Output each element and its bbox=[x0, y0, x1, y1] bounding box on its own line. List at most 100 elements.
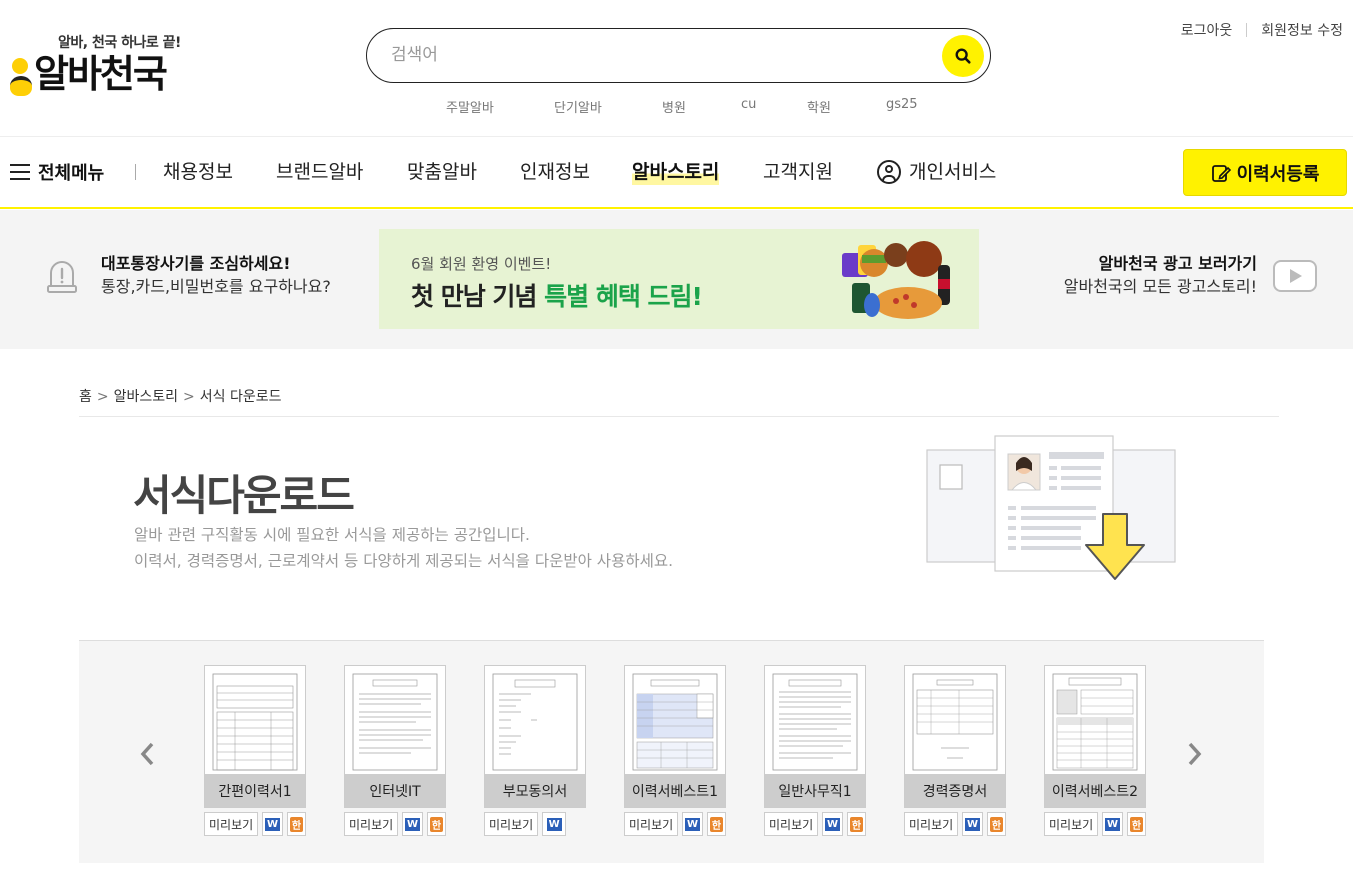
main-nav: 전체메뉴 채용정보 브랜드알바 맞춤알바 인재정보 알바스토리 고객지원 개인서… bbox=[0, 136, 1353, 209]
site-header: 알바, 천국 하나로 끝! 알바천국 주말알바 단기알바 병원 cu 학원 gs… bbox=[0, 0, 1353, 136]
search-button[interactable] bbox=[942, 35, 984, 77]
divider bbox=[1246, 23, 1248, 37]
document-thumbnail bbox=[912, 673, 998, 771]
form-card: 경력증명서 미리보기 W 한 bbox=[904, 665, 1006, 836]
word-download-button[interactable]: W bbox=[402, 812, 423, 836]
ad-story-link[interactable]: 알바천국 광고 보러가기 알바천국의 모든 광고스토리! bbox=[1064, 252, 1257, 298]
word-download-button[interactable]: W bbox=[1102, 812, 1123, 836]
keyword-link[interactable]: 병원 bbox=[662, 97, 686, 116]
page-description: 알바 관련 구직활동 시에 필요한 서식을 제공하는 공간입니다. 이력서, 경… bbox=[134, 522, 673, 574]
divider bbox=[135, 164, 136, 180]
logo-tagline: 알바, 천국 하나로 끝! bbox=[58, 35, 181, 51]
preview-button[interactable]: 미리보기 bbox=[344, 812, 399, 836]
page-title: 서식다운로드 bbox=[133, 471, 355, 520]
word-icon: W bbox=[1105, 817, 1121, 831]
hamburger-icon bbox=[10, 164, 30, 180]
event-title-part1: 첫 만남 기념 bbox=[411, 282, 545, 311]
form-actions: 미리보기 W 한 bbox=[1044, 812, 1146, 836]
hwp-download-button[interactable]: 한 bbox=[846, 812, 866, 836]
divider bbox=[79, 416, 1279, 417]
personal-label: 개인서비스 bbox=[909, 161, 997, 183]
keyword-link[interactable]: 주말알바 bbox=[446, 97, 494, 116]
word-download-button[interactable]: W bbox=[822, 812, 843, 836]
carousel-prev-button[interactable] bbox=[137, 741, 159, 767]
preview-button[interactable]: 미리보기 bbox=[624, 812, 679, 836]
nav-item-brand[interactable]: 브랜드알바 bbox=[276, 159, 363, 185]
search-icon bbox=[955, 48, 971, 64]
form-thumbnail[interactable]: 일반사무직1 bbox=[764, 665, 866, 808]
form-thumbnail[interactable]: 경력증명서 bbox=[904, 665, 1006, 808]
form-actions: 미리보기 W 한 bbox=[344, 812, 446, 836]
form-name: 부모동의서 bbox=[485, 774, 585, 807]
word-icon: W bbox=[825, 817, 841, 831]
form-thumbnail[interactable]: 이력서베스트1 bbox=[624, 665, 726, 808]
keyword-link[interactable]: 학원 bbox=[807, 97, 831, 116]
keyword-link[interactable]: 단기알바 bbox=[554, 97, 602, 116]
preview-button[interactable]: 미리보기 bbox=[204, 812, 259, 836]
carousel-next-button[interactable] bbox=[1183, 741, 1205, 767]
document-thumbnail bbox=[212, 673, 298, 771]
ad-story-title: 알바천국 광고 보러가기 bbox=[1098, 254, 1257, 273]
word-download-button[interactable]: W bbox=[542, 812, 567, 836]
logout-link[interactable]: 로그아웃 bbox=[1181, 20, 1233, 40]
edit-icon bbox=[1211, 164, 1231, 182]
event-subtitle: 6월 회원 환영 이벤트! bbox=[411, 255, 552, 273]
logo-mark: 알바천국 bbox=[10, 52, 168, 96]
preview-button[interactable]: 미리보기 bbox=[1044, 812, 1099, 836]
fraud-warning-sub: 통장,카드,비밀번호를 요구하나요? bbox=[101, 277, 331, 296]
form-thumbnail[interactable]: 간편이력서1 bbox=[204, 665, 306, 808]
event-banner[interactable]: 6월 회원 환영 이벤트! 첫 만남 기념 특별 혜택 드림! bbox=[379, 229, 979, 329]
event-title-part2: 특별 혜택 드림! bbox=[544, 282, 703, 311]
hwp-download-button[interactable]: 한 bbox=[286, 812, 306, 836]
preview-button[interactable]: 미리보기 bbox=[904, 812, 959, 836]
document-thumbnail bbox=[632, 673, 718, 771]
form-thumbnail[interactable]: 이력서베스트2 bbox=[1044, 665, 1146, 808]
play-icon[interactable] bbox=[1273, 260, 1317, 292]
nav-item-support[interactable]: 고객지원 bbox=[763, 159, 833, 185]
search-input[interactable] bbox=[391, 41, 911, 69]
preview-button[interactable]: 미리보기 bbox=[764, 812, 819, 836]
form-thumbnail[interactable]: 부모동의서 bbox=[484, 665, 586, 808]
word-icon: W bbox=[405, 817, 421, 831]
form-name: 이력서베스트2 bbox=[1045, 774, 1145, 807]
logo-text: 알바천국 bbox=[34, 52, 168, 96]
document-thumbnail bbox=[772, 673, 858, 771]
form-name: 일반사무직1 bbox=[765, 774, 865, 807]
hwp-download-button[interactable]: 한 bbox=[1126, 812, 1146, 836]
word-download-button[interactable]: W bbox=[262, 812, 283, 836]
form-thumbnail[interactable]: 인터넷IT bbox=[344, 665, 446, 808]
nav-item-story[interactable]: 알바스토리 bbox=[632, 159, 720, 185]
all-menu-button[interactable]: 전체메뉴 bbox=[10, 159, 104, 185]
ad-story-sub: 알바천국의 모든 광고스토리! bbox=[1063, 277, 1257, 296]
hwp-download-button[interactable]: 한 bbox=[706, 812, 726, 836]
edit-profile-link[interactable]: 회원정보 수정 bbox=[1261, 20, 1343, 40]
resume-download-illustration bbox=[926, 435, 1176, 580]
nav-item-custom[interactable]: 맞춤알바 bbox=[407, 159, 477, 185]
document-thumbnail bbox=[492, 673, 578, 771]
hwp-download-button[interactable]: 한 bbox=[426, 812, 446, 836]
form-card: 부모동의서 미리보기 W bbox=[484, 665, 586, 836]
page-description-line: 이력서, 경력증명서, 근로계약서 등 다양하게 제공되는 서식을 다운받아 사… bbox=[134, 552, 674, 570]
banner-strip: 대포통장사기를 조심하세요! 통장,카드,비밀번호를 요구하나요? 6월 회원 … bbox=[0, 210, 1353, 349]
search-box bbox=[366, 28, 991, 83]
word-download-button[interactable]: W bbox=[682, 812, 703, 836]
nav-item-talent[interactable]: 인재정보 bbox=[520, 159, 590, 185]
chevron-left-icon bbox=[140, 742, 154, 766]
fraud-warning[interactable]: 대포통장사기를 조심하세요! 통장,카드,비밀번호를 요구하나요? bbox=[101, 252, 331, 298]
alert-siren-icon bbox=[47, 261, 77, 293]
breadcrumb-separator: > bbox=[96, 389, 109, 405]
hwp-download-button[interactable]: 한 bbox=[986, 812, 1006, 836]
breadcrumb-home[interactable]: 홈 bbox=[79, 389, 92, 405]
form-actions: 미리보기 W 한 bbox=[764, 812, 866, 836]
breadcrumb-section[interactable]: 알바스토리 bbox=[114, 389, 178, 405]
breadcrumb-current: 서식 다운로드 bbox=[199, 389, 282, 405]
keyword-link[interactable]: cu bbox=[741, 97, 756, 112]
hwp-icon: 한 bbox=[429, 816, 443, 832]
keyword-link[interactable]: gs25 bbox=[886, 97, 918, 112]
word-download-button[interactable]: W bbox=[962, 812, 983, 836]
nav-item-personal[interactable]: 개인서비스 bbox=[877, 159, 996, 185]
preview-button[interactable]: 미리보기 bbox=[484, 812, 539, 836]
nav-item-jobs[interactable]: 채용정보 bbox=[163, 159, 233, 185]
register-resume-button[interactable]: 이력서등록 bbox=[1183, 149, 1347, 196]
form-name: 간편이력서1 bbox=[205, 774, 305, 807]
